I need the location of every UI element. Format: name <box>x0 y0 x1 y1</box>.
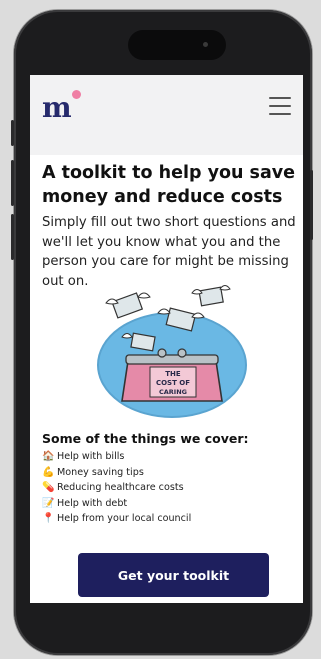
list-item: 📍 Help from your local council <box>42 511 300 527</box>
flying-money-icon <box>105 292 151 319</box>
hero-description: Simply fill out two short questions and … <box>42 215 296 289</box>
covers-list: 🏠 Help with bills 💪 Money saving tips 💊 … <box>42 449 300 527</box>
hamburger-menu-icon[interactable] <box>269 97 291 115</box>
list-item-label: Help with bills <box>57 451 125 462</box>
list-item: 💊 Reducing healthcare costs <box>42 480 300 496</box>
app-header: m <box>30 75 303 155</box>
brand-logo[interactable]: m <box>42 91 72 124</box>
list-item-label: Help from your local council <box>57 513 192 524</box>
phone-side-button <box>11 120 14 146</box>
phone-side-button <box>11 214 14 260</box>
covers-section: Some of the things we cover: 🏠 Help with… <box>42 431 300 527</box>
illustration-label-line1: THE <box>165 370 181 378</box>
get-toolkit-button[interactable]: Get your toolkit <box>78 553 269 597</box>
list-item: 🏠 Help with bills <box>42 449 300 465</box>
phone-power-button <box>310 170 313 240</box>
hero-section: A toolkit to help you save money and red… <box>42 161 300 291</box>
list-item-label: Reducing healthcare costs <box>57 482 184 493</box>
dynamic-island <box>128 30 226 60</box>
list-item-label: Money saving tips <box>57 466 144 478</box>
page-title: A toolkit to help you save money and red… <box>42 163 296 207</box>
list-item: 💪 Money saving tips <box>42 465 300 481</box>
list-item: 📝 Help with debt <box>42 496 300 512</box>
flexed-arm-icon: 💪 <box>42 466 55 478</box>
app-screen: m A toolkit to help you save money and r… <box>30 75 303 603</box>
memo-icon: 📝 <box>42 497 55 509</box>
illustration-label-line3: CARING <box>159 388 187 396</box>
flying-money-icon <box>191 285 231 307</box>
covers-heading: Some of the things we cover: <box>42 431 249 446</box>
illustration-label-line2: COST OF <box>156 379 190 387</box>
cost-of-caring-illustration: THE COST OF CARING <box>97 285 247 418</box>
pin-icon: 📍 <box>42 513 55 524</box>
phone-side-button <box>11 160 14 206</box>
camera-icon <box>203 42 208 47</box>
list-item-label: Help with debt <box>57 497 128 509</box>
pill-icon: 💊 <box>42 482 55 493</box>
logo-dot <box>72 90 81 99</box>
house-icon: 🏠 <box>42 451 55 462</box>
